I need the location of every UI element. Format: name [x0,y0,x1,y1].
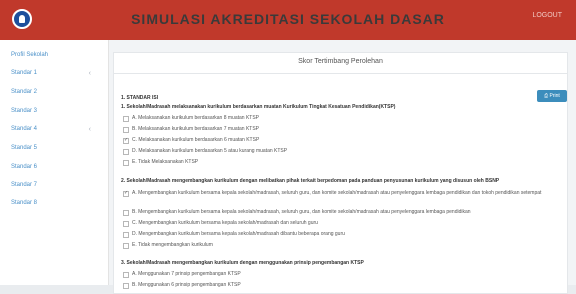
sidebar-item-label: Standar 8 [11,200,38,206]
checkbox-checked[interactable] [123,190,129,197]
checkbox-checked[interactable] [123,137,129,144]
option-label: B. Mengembangkan kurikulum bersama kepal… [132,209,471,215]
option-label: E. Tidak mengembangkan kurikulum [132,242,213,248]
sidebar-item-label: Standar 4 [11,126,38,132]
option-label: A. Menggunakan 7 prinsip pengembangan KT… [132,271,241,277]
option-label: B. Menggunakan 6 prinsip pengembangan KT… [132,282,241,288]
sidebar-item-label: Profil Sekolah [11,52,49,58]
sidebar-item-standar-2[interactable]: Standar 2 [11,89,101,95]
option-label: C. Mengembangkan kurikulum bersama kepal… [132,220,318,226]
checkbox[interactable] [123,243,129,249]
checkbox[interactable] [123,221,129,227]
sidebar-item-standar-1[interactable]: Standar 1 ‹ [11,70,101,77]
print-button[interactable]: ⎙ Print [537,90,567,102]
card-title: Skor Tertimbang Perolehan [298,58,383,65]
sidebar-item-standar-3[interactable]: Standar 3 [11,108,101,114]
sidebar-item-standar-5[interactable]: Standar 5 [11,145,101,151]
option-label: A. Melaksanakan kurikulum berdasarkan 8 … [132,115,260,121]
option-label: A. Mengembangkan kurikulum bersama kepal… [132,190,542,196]
section-title: 1. STANDAR ISI [121,95,159,101]
app-title: SIMULASI AKREDITASI SEKOLAH DASAR [131,11,445,27]
sidebar: Profil Sekolah Standar 1 ‹ Standar 2 Stan… [0,40,109,285]
sidebar-item-label: Standar 5 [11,145,38,151]
sidebar-item-label: Standar 6 [11,164,38,170]
question-2: 2. Sekolah/Madrasah mengembangkan kuriku… [121,178,500,184]
sidebar-item-label: Standar 1 [11,70,38,76]
checkbox[interactable] [123,160,129,166]
option-label: B. Melaksanakan kurikulum berdasarkan 7 … [132,126,260,132]
score-card: Skor Tertimbang Perolehan ⎙ Print 1. STA… [113,52,568,294]
main-content: Skor Tertimbang Perolehan ⎙ Print 1. STA… [109,40,576,294]
option-label: C. Melaksanakan kurikulum berdasarkan 6 … [132,137,260,143]
option-label: E. Tidak Melaksanakan KTSP [132,159,199,165]
divider [114,73,567,74]
checkbox[interactable] [123,283,129,289]
sidebar-item-standar-7[interactable]: Standar 7 [11,182,101,188]
sidebar-item-label: Standar 3 [11,108,38,114]
checkbox[interactable] [123,116,129,122]
sidebar-item-profil-sekolah[interactable]: Profil Sekolah [11,52,101,58]
option-label: D. Melaksanakan kurikulum berdasarkan 5 … [132,148,288,154]
sidebar-item-label: Standar 7 [11,182,38,188]
sidebar-item-standar-8[interactable]: Standar 8 [11,200,101,206]
option-label: D. Mengembangkan kurikulum bersama kepal… [132,231,345,237]
top-bar: SIMULASI AKREDITASI SEKOLAH DASAR LOGOUT [0,0,576,40]
question-3: 3. Sekolah/Madrasah mengembangkan kuriku… [121,260,364,266]
question-1: 1. Sekolah/Madrasah melaksanakan kurikul… [121,104,396,110]
checkbox[interactable] [123,272,129,278]
checkbox[interactable] [123,232,129,238]
chevron-left-icon: ‹ [88,70,91,77]
checkbox[interactable] [123,149,129,155]
logout-link[interactable]: LOGOUT [532,12,562,19]
sidebar-item-standar-4[interactable]: Standar 4 ‹ [11,126,101,133]
chevron-left-icon: ‹ [88,126,91,133]
sidebar-item-label: Standar 2 [11,89,38,95]
checkbox[interactable] [123,127,129,133]
checkbox[interactable] [123,210,129,216]
sidebar-item-standar-6[interactable]: Standar 6 [11,164,101,170]
